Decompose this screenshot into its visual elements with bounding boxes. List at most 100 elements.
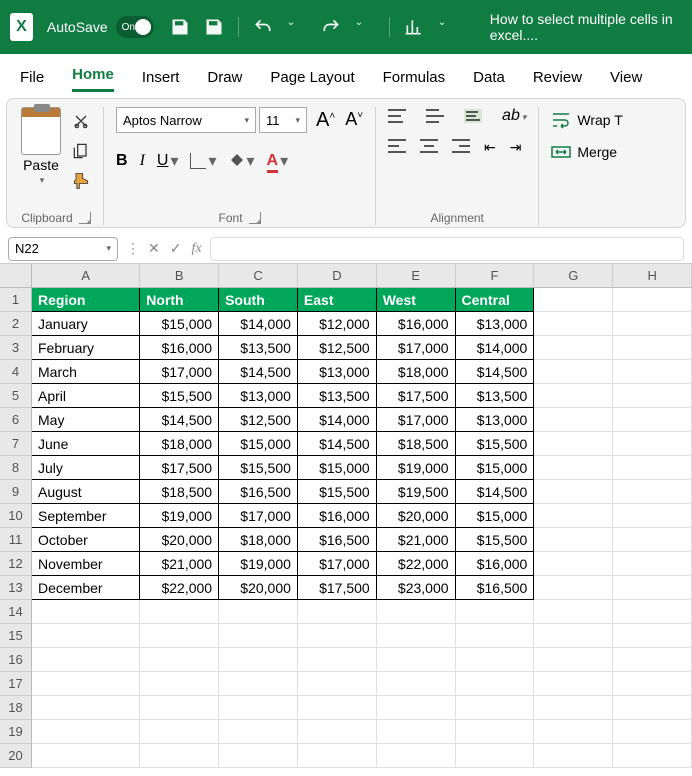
- cell-9-F[interactable]: $14,500: [456, 480, 535, 504]
- cell-16-G[interactable]: [534, 648, 613, 672]
- cell-3-B[interactable]: $16,000: [140, 336, 219, 360]
- row-head-16[interactable]: 16: [0, 648, 32, 672]
- cell-11-E[interactable]: $21,000: [377, 528, 456, 552]
- cell-9-B[interactable]: $18,500: [140, 480, 219, 504]
- cell-1-B[interactable]: North: [140, 288, 219, 312]
- tab-view[interactable]: View: [610, 69, 642, 92]
- cell-2-G[interactable]: [534, 312, 613, 336]
- cell-18-F[interactable]: [456, 696, 535, 720]
- cell-5-E[interactable]: $17,500: [377, 384, 456, 408]
- cell-16-C[interactable]: [219, 648, 298, 672]
- cell-18-E[interactable]: [377, 696, 456, 720]
- decrease-indent-icon[interactable]: ⇤: [484, 139, 496, 156]
- cell-15-B[interactable]: [140, 624, 219, 648]
- row-head-12[interactable]: 12: [0, 552, 32, 576]
- cell-12-B[interactable]: $21,000: [140, 552, 219, 576]
- col-head-B[interactable]: B: [140, 264, 219, 288]
- cell-3-E[interactable]: $17,000: [377, 336, 456, 360]
- font-launcher-icon[interactable]: [249, 212, 261, 224]
- cell-12-A[interactable]: November: [32, 552, 140, 576]
- cell-12-F[interactable]: $16,000: [456, 552, 535, 576]
- cell-17-C[interactable]: [219, 672, 298, 696]
- cell-20-A[interactable]: [32, 744, 140, 768]
- cell-14-G[interactable]: [534, 600, 613, 624]
- cell-6-A[interactable]: May: [32, 408, 140, 432]
- row-head-3[interactable]: 3: [0, 336, 32, 360]
- cell-13-G[interactable]: [534, 576, 613, 600]
- cell-20-C[interactable]: [219, 744, 298, 768]
- cell-7-D[interactable]: $14,500: [298, 432, 377, 456]
- row-head-9[interactable]: 9: [0, 480, 32, 504]
- cell-16-A[interactable]: [32, 648, 140, 672]
- align-left-icon[interactable]: [388, 139, 406, 153]
- col-head-E[interactable]: E: [377, 264, 456, 288]
- cell-5-H[interactable]: [613, 384, 692, 408]
- col-head-A[interactable]: A: [32, 264, 140, 288]
- cell-9-D[interactable]: $15,500: [298, 480, 377, 504]
- cell-4-B[interactable]: $17,000: [140, 360, 219, 384]
- cell-11-G[interactable]: [534, 528, 613, 552]
- cell-16-E[interactable]: [377, 648, 456, 672]
- cell-7-C[interactable]: $15,000: [219, 432, 298, 456]
- increase-indent-icon[interactable]: ⇥: [510, 139, 522, 156]
- cell-15-D[interactable]: [298, 624, 377, 648]
- row-head-20[interactable]: 20: [0, 744, 32, 768]
- cell-17-H[interactable]: [613, 672, 692, 696]
- cell-7-F[interactable]: $15,500: [456, 432, 535, 456]
- cell-13-C[interactable]: $20,000: [219, 576, 298, 600]
- cell-2-E[interactable]: $16,000: [377, 312, 456, 336]
- cell-2-B[interactable]: $15,000: [140, 312, 219, 336]
- cell-16-D[interactable]: [298, 648, 377, 672]
- tab-data[interactable]: Data: [473, 69, 505, 92]
- cell-12-E[interactable]: $22,000: [377, 552, 456, 576]
- cancel-formula-icon[interactable]: ✕: [148, 240, 160, 257]
- cell-6-E[interactable]: $17,000: [377, 408, 456, 432]
- col-head-F[interactable]: F: [456, 264, 535, 288]
- cell-15-F[interactable]: [456, 624, 535, 648]
- cell-2-A[interactable]: January: [32, 312, 140, 336]
- cell-20-G[interactable]: [534, 744, 613, 768]
- row-head-8[interactable]: 8: [0, 456, 32, 480]
- cell-11-F[interactable]: $15,500: [456, 528, 535, 552]
- cell-14-F[interactable]: [456, 600, 535, 624]
- cell-3-G[interactable]: [534, 336, 613, 360]
- cell-10-B[interactable]: $19,000: [140, 504, 219, 528]
- cell-17-D[interactable]: [298, 672, 377, 696]
- cell-2-H[interactable]: [613, 312, 692, 336]
- cell-13-F[interactable]: $16,500: [456, 576, 535, 600]
- row-head-18[interactable]: 18: [0, 696, 32, 720]
- cell-4-E[interactable]: $18,000: [377, 360, 456, 384]
- cell-17-E[interactable]: [377, 672, 456, 696]
- cell-9-A[interactable]: August: [32, 480, 140, 504]
- cell-4-A[interactable]: March: [32, 360, 140, 384]
- row-head-11[interactable]: 11: [0, 528, 32, 552]
- cell-16-H[interactable]: [613, 648, 692, 672]
- cell-1-G[interactable]: [534, 288, 613, 312]
- font-name-select[interactable]: Aptos Narrow▾: [116, 107, 256, 133]
- cell-14-A[interactable]: [32, 600, 140, 624]
- cell-18-G[interactable]: [534, 696, 613, 720]
- enter-formula-icon[interactable]: ✓: [170, 240, 182, 257]
- fill-color-button[interactable]: ▾: [229, 151, 255, 171]
- cell-10-D[interactable]: $16,000: [298, 504, 377, 528]
- cell-15-G[interactable]: [534, 624, 613, 648]
- cell-4-D[interactable]: $13,000: [298, 360, 377, 384]
- cell-3-F[interactable]: $14,000: [456, 336, 535, 360]
- align-top-icon[interactable]: [388, 109, 406, 123]
- cell-8-B[interactable]: $17,500: [140, 456, 219, 480]
- cell-10-F[interactable]: $15,000: [456, 504, 535, 528]
- cell-17-F[interactable]: [456, 672, 535, 696]
- cell-5-A[interactable]: April: [32, 384, 140, 408]
- cell-19-C[interactable]: [219, 720, 298, 744]
- autosave-toggle[interactable]: On: [116, 16, 154, 38]
- cell-17-A[interactable]: [32, 672, 140, 696]
- cell-20-H[interactable]: [613, 744, 692, 768]
- cell-15-A[interactable]: [32, 624, 140, 648]
- row-head-4[interactable]: 4: [0, 360, 32, 384]
- save-edit-icon[interactable]: [204, 17, 224, 37]
- bold-button[interactable]: B: [116, 152, 128, 170]
- cell-7-H[interactable]: [613, 432, 692, 456]
- paste-button[interactable]: Paste ▾: [21, 107, 61, 186]
- cell-8-H[interactable]: [613, 456, 692, 480]
- cell-6-B[interactable]: $14,500: [140, 408, 219, 432]
